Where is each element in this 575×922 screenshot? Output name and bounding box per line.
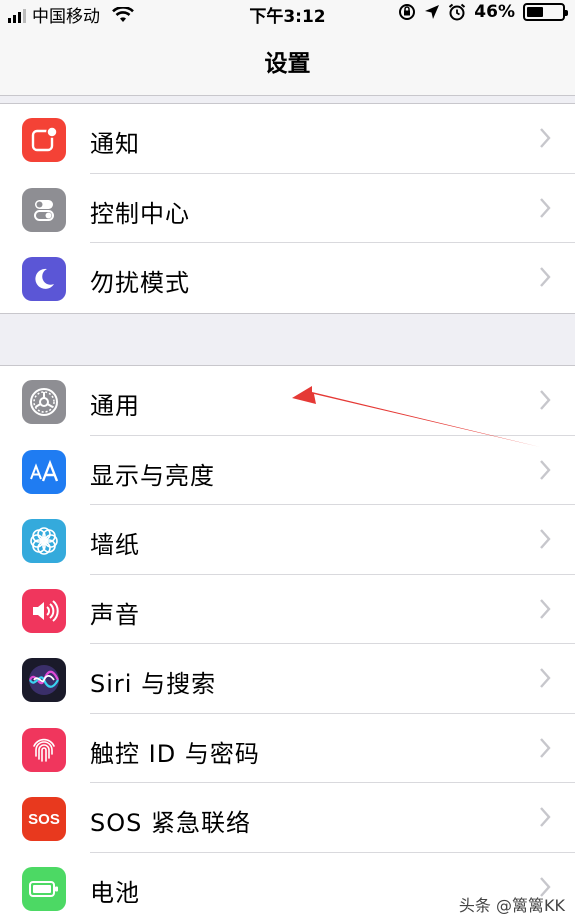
settings-row-sounds[interactable]: 声音 [0,575,575,644]
settings-row-notifications[interactable]: 通知 [0,104,575,174]
chevron-right-icon [540,737,551,758]
settings-row-label: 触控 ID 与密码 [90,739,260,768]
speaker-icon [22,588,66,633]
settings-row-do-not-disturb[interactable]: 勿扰模式 [0,243,575,313]
chevron-right-icon [540,267,551,287]
settings-row-label: 声音 [90,600,140,629]
settings-row-siri-search[interactable]: Siri 与搜索 [0,644,575,714]
chevron-right-icon [540,807,551,827]
settings-group-2: 通用 显示与亮度 墙纸 声音 Siri 与搜索 触控 ID 与密码 SOS SO… [0,365,575,922]
battery-icon [523,3,568,21]
orientation-lock-icon [399,4,416,20]
chevron-right-icon [540,529,551,549]
chevron-right-icon [540,128,551,148]
settings-row-label: Siri 与搜索 [90,670,217,698]
settings-row-label: 控制中心 [90,199,190,228]
sos-icon-text: SOS [28,810,60,828]
battery-setting-icon [22,866,66,911]
settings-row-touch-id-passcode[interactable]: 触控 ID 与密码 [0,714,575,783]
watermark: 头条 @篱篱KK [458,896,565,915]
notifications-icon [22,118,66,162]
status-bar: 中国移动 下午3:12 46% [0,0,575,27]
settings-row-label: 墙纸 [90,531,140,559]
moon-icon [22,257,66,301]
settings-row-label: 通知 [90,130,140,158]
wallpaper-icon [22,519,66,563]
gear-icon [22,380,66,424]
fingerprint-icon [22,727,66,772]
settings-row-label: 通用 [90,392,140,420]
settings-row-label: 显示与亮度 [90,461,215,490]
settings-row-emergency-sos[interactable]: SOS SOS 紧急联络 [0,783,575,853]
settings-row-general[interactable]: 通用 [0,366,575,436]
settings-row-label: SOS 紧急联络 [90,809,251,837]
navigation-bar: 设置 [0,26,575,96]
alarm-icon [449,3,466,21]
page-title: 设置 [264,51,311,77]
chevron-right-icon [540,668,551,688]
battery-percent: 46% [474,2,515,22]
settings-group-1: 通知 控制中心 勿扰模式 [0,103,575,314]
chevron-right-icon [540,598,551,619]
settings-row-label: 电池 [90,878,140,907]
settings-row-display-brightness[interactable]: 显示与亮度 [0,436,575,505]
chevron-right-icon [540,197,551,218]
settings-row-control-center[interactable]: 控制中心 [0,174,575,243]
siri-icon [22,658,66,702]
settings-row-wallpaper[interactable]: 墙纸 [0,505,575,575]
sos-icon: SOS [22,797,66,841]
location-icon [425,5,440,19]
chevron-right-icon [540,459,551,480]
display-brightness-icon [22,449,66,494]
status-right: 46% [398,2,568,22]
control-center-icon [22,187,66,232]
settings-row-label: 勿扰模式 [90,269,190,297]
chevron-right-icon [540,390,551,410]
